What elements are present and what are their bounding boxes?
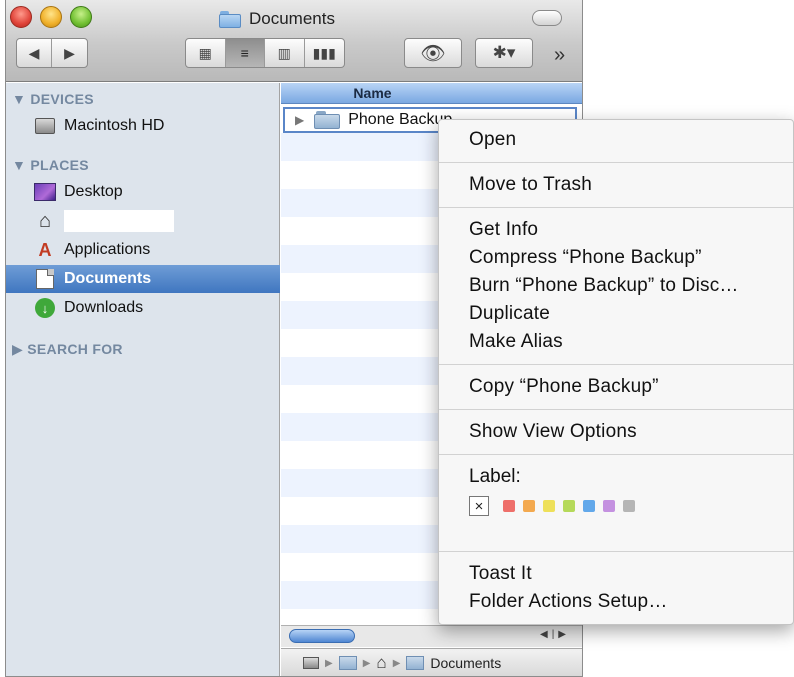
sidebar-item-label: Desktop (64, 183, 123, 200)
label-gray-swatch[interactable] (623, 500, 635, 512)
sidebar-item-downloads[interactable]: ↓ Downloads (6, 294, 280, 322)
sidebar-header-places[interactable]: ▼ PLACES (12, 157, 89, 173)
sidebar-item-label: Applications (64, 241, 151, 258)
sidebar-item-documents[interactable]: Documents (6, 265, 280, 293)
label-orange-swatch[interactable] (523, 500, 535, 512)
label-purple-swatch[interactable] (603, 500, 615, 512)
action-group: ✱▾ (475, 38, 533, 68)
menu-item-move-to-trash[interactable]: Move to Trash (439, 171, 793, 199)
redacted-home-name (64, 210, 174, 232)
label-green-swatch[interactable] (563, 500, 575, 512)
quick-look-button[interactable]: 👁 (405, 39, 461, 67)
folder-icon (314, 111, 341, 129)
hard-drive-icon (34, 116, 56, 136)
sidebar-header-devices[interactable]: ▼ DEVICES (12, 91, 94, 107)
menu-separator (439, 207, 793, 208)
cover-flow-button[interactable]: ▮▮▮ (305, 39, 344, 67)
menu-label-title: Label: (469, 466, 521, 487)
sidebar-header-search-for[interactable]: ▶ SEARCH FOR (12, 341, 123, 358)
menu-separator (439, 162, 793, 163)
icon-view-button[interactable]: ▦ (186, 39, 226, 67)
sidebar-item-label: Macintosh HD (64, 117, 165, 134)
column-view-button[interactable]: ▥ (265, 39, 305, 67)
toolbar-toggle-button[interactable] (532, 10, 562, 26)
scroll-thumb[interactable] (289, 629, 355, 643)
menu-separator (439, 409, 793, 410)
name-column-header[interactable]: Name (281, 83, 582, 104)
menu-separator (439, 551, 793, 552)
menu-item-open[interactable]: Open (439, 126, 793, 154)
menu-item-get-info[interactable]: Get Info (439, 216, 793, 244)
menu-item-toast-it[interactable]: Toast It (439, 560, 793, 588)
menu-item-burn-to-disc[interactable]: Burn “Phone Backup” to Disc… (439, 272, 793, 300)
chevron-right-icon: ▶ (362, 657, 371, 669)
action-gear-button[interactable]: ✱▾ (476, 39, 532, 67)
sidebar-item-macintosh-hd[interactable]: Macintosh HD (6, 112, 280, 140)
menu-item-copy[interactable]: Copy “Phone Backup” (439, 373, 793, 401)
user-folder-icon[interactable] (338, 656, 357, 670)
forward-button[interactable]: ▶ (52, 39, 87, 67)
sidebar-item-home[interactable]: ⌂ (6, 207, 280, 235)
label-color-row: × (439, 491, 793, 521)
quick-look-group: 👁 (404, 38, 462, 68)
menu-item-show-view-options[interactable]: Show View Options (439, 418, 793, 446)
menu-item-compress[interactable]: Compress “Phone Backup” (439, 244, 793, 272)
context-menu: Open Move to Trash Get Info Compress “Ph… (438, 119, 794, 625)
back-forward-group: ◀ ▶ (16, 38, 88, 68)
label-red-swatch[interactable] (503, 500, 515, 512)
label-yellow-swatch[interactable] (543, 500, 555, 512)
sidebar-item-desktop[interactable]: Desktop (6, 178, 280, 206)
menu-item-make-alias[interactable]: Make Alias (439, 328, 793, 356)
toolbar-overflow-button[interactable]: » (554, 44, 565, 67)
hard-drive-icon[interactable] (303, 657, 319, 669)
disclosure-triangle-icon[interactable]: ▶ (295, 113, 304, 127)
sidebar: ▼ DEVICES Macintosh HD ▼ PLACES Desktop … (6, 83, 280, 676)
home-icon: ⌂ (38, 209, 52, 232)
folder-icon (219, 10, 241, 28)
path-bar: ▶ ▶ ⌂ ▶ Documents (281, 648, 582, 676)
chevron-right-icon: ▶ (325, 657, 333, 669)
folder-icon[interactable] (406, 656, 425, 670)
file-name: Phone Backup (348, 111, 453, 128)
applications-icon: A (38, 239, 52, 260)
zoom-window-button[interactable] (70, 6, 92, 28)
view-mode-group: ▦ ≡ ▥ ▮▮▮ (185, 38, 345, 68)
scroll-arrows-icon[interactable]: ◀|▶ (540, 629, 570, 640)
minimize-window-button[interactable] (40, 6, 62, 28)
list-view-button[interactable]: ≡ (225, 39, 265, 67)
documents-icon (34, 269, 56, 289)
window-title: Documents (249, 9, 335, 28)
label-blue-swatch[interactable] (583, 500, 595, 512)
sidebar-item-label: Downloads (64, 299, 144, 316)
downloads-icon: ↓ (34, 298, 56, 318)
menu-spacer (439, 521, 793, 543)
menu-separator (439, 454, 793, 455)
sidebar-item-label: Documents (64, 270, 152, 287)
path-current[interactable]: Documents (430, 655, 501, 671)
close-window-button[interactable] (10, 6, 32, 28)
desktop-icon (34, 182, 56, 202)
home-icon[interactable]: ⌂ (376, 653, 386, 673)
window-toolbar: Documents ◀ ▶ ▦ ≡ ▥ ▮▮▮ 👁 ✱▾ » (6, 0, 582, 82)
sidebar-item-applications[interactable]: A Applications (6, 236, 280, 264)
label-none-button[interactable]: × (469, 496, 489, 516)
window-title-area: Documents (219, 8, 335, 30)
menu-item-duplicate[interactable]: Duplicate (439, 300, 793, 328)
chevron-right-icon: ▶ (392, 657, 401, 669)
menu-item-folder-actions-setup[interactable]: Folder Actions Setup… (439, 588, 793, 616)
back-button[interactable]: ◀ (17, 39, 53, 67)
horizontal-scrollbar[interactable]: ◀|▶ (281, 625, 582, 647)
menu-separator (439, 364, 793, 365)
